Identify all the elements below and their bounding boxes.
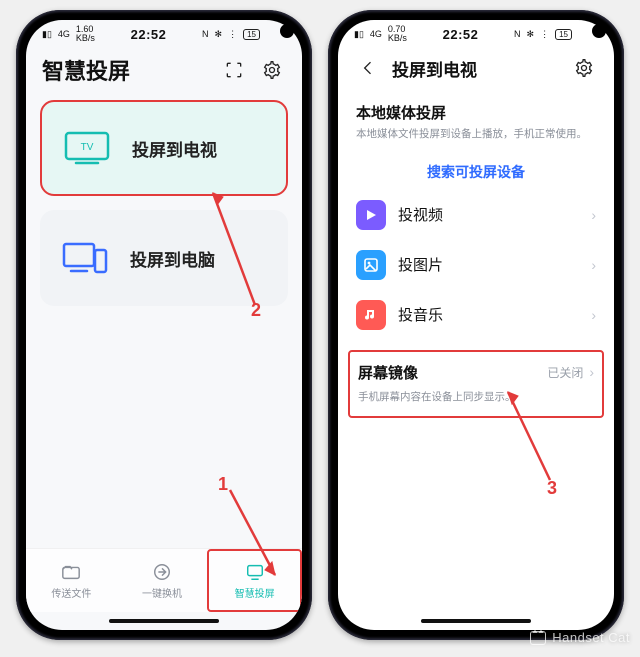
media-list: 投视频 › 投图片 › 投音乐 › xyxy=(338,190,614,340)
chevron-right-icon: › xyxy=(591,257,596,273)
cast-to-pc-label: 投屏到电脑 xyxy=(130,246,215,271)
battery-icon: 15 xyxy=(243,29,260,40)
video-icon xyxy=(356,200,386,230)
nav-cast[interactable]: 智慧投屏 xyxy=(207,549,302,612)
status-time: 22:52 xyxy=(131,27,167,42)
gesture-bar[interactable] xyxy=(338,612,614,630)
chevron-right-icon: › xyxy=(591,207,596,223)
bt-icon: ✻ xyxy=(527,30,535,39)
page-title: 投屏到电视 xyxy=(392,56,477,81)
screen-mirror-subtitle: 手机屏幕内容在设备上同步显示。 xyxy=(358,389,594,404)
bottom-nav: 传送文件 一键换机 智慧投屏 xyxy=(26,548,302,612)
cat-icon xyxy=(530,631,546,645)
net-speed: 0.70KB/s xyxy=(388,25,407,43)
nav-onekey-label: 一键换机 xyxy=(142,585,182,600)
phone-left: ▮▯ 4G 1.60KB/s 22:52 N ✻ ⋮ 15 智慧投屏 xyxy=(16,10,312,640)
cast-to-pc-card[interactable]: 投屏到电脑 xyxy=(40,210,288,306)
watermark-text: Handset Cat xyxy=(552,630,630,645)
screen-mirror-state: 已关闭 xyxy=(547,364,583,381)
battery-icon: 15 xyxy=(555,29,572,40)
wifi-icon: ⋮ xyxy=(228,30,237,39)
signal-icon: ▮▯ xyxy=(42,30,52,39)
network-type: 4G xyxy=(370,30,382,39)
bt-icon: ✻ xyxy=(215,30,223,39)
cast-image-label: 投图片 xyxy=(398,254,579,275)
nav-onekey[interactable]: 一键换机 xyxy=(117,549,208,612)
header: 投屏到电视 xyxy=(338,48,614,92)
settings-icon[interactable] xyxy=(570,54,598,82)
nfc-icon: N xyxy=(514,30,521,39)
screen-smart-cast: ▮▯ 4G 1.60KB/s 22:52 N ✻ ⋮ 15 智慧投屏 xyxy=(26,20,302,630)
nav-files-label: 传送文件 xyxy=(51,585,91,600)
gesture-bar[interactable] xyxy=(26,612,302,630)
nav-files[interactable]: 传送文件 xyxy=(26,549,117,612)
header: 智慧投屏 xyxy=(26,48,302,96)
cast-to-tv-label: 投屏到电视 xyxy=(132,136,217,161)
status-bar: ▮▯ 4G 0.70KB/s 22:52 N ✻ ⋮ 15 xyxy=(338,20,614,48)
svg-text:TV: TV xyxy=(81,142,94,153)
chevron-right-icon: › xyxy=(589,364,594,380)
camera-punch xyxy=(592,24,606,38)
search-devices-link[interactable]: 搜索可投屏设备 xyxy=(338,148,614,190)
wifi-icon: ⋮ xyxy=(540,30,549,39)
network-type: 4G xyxy=(58,30,70,39)
nfc-icon: N xyxy=(202,30,209,39)
cast-image-item[interactable]: 投图片 › xyxy=(348,240,604,290)
cast-video-label: 投视频 xyxy=(398,204,579,225)
camera-punch xyxy=(280,24,294,38)
phone-right: ▮▯ 4G 0.70KB/s 22:52 N ✻ ⋮ 15 投屏到电视 xyxy=(328,10,624,640)
signal-icon: ▮▯ xyxy=(354,30,364,39)
local-media-section: 本地媒体投屏 本地媒体文件投屏到设备上播放，手机正常使用。 xyxy=(338,92,614,148)
pc-icon xyxy=(58,238,112,278)
nav-cast-label: 智慧投屏 xyxy=(235,585,275,600)
scan-icon[interactable] xyxy=(220,56,248,84)
back-icon[interactable] xyxy=(354,54,382,82)
screen-mirror-item[interactable]: 屏幕镜像 已关闭 › 手机屏幕内容在设备上同步显示。 xyxy=(348,350,604,418)
cast-video-item[interactable]: 投视频 › xyxy=(348,190,604,240)
screen-mirror-title: 屏幕镜像 xyxy=(358,362,547,383)
status-bar: ▮▯ 4G 1.60KB/s 22:52 N ✻ ⋮ 15 xyxy=(26,20,302,48)
music-icon xyxy=(356,300,386,330)
screen-cast-to-tv: ▮▯ 4G 0.70KB/s 22:52 N ✻ ⋮ 15 投屏到电视 xyxy=(338,20,614,630)
local-media-title: 本地媒体投屏 xyxy=(356,102,596,123)
status-time: 22:52 xyxy=(443,27,479,42)
image-icon xyxy=(356,250,386,280)
watermark: Handset Cat xyxy=(530,630,630,645)
page-title: 智慧投屏 xyxy=(42,54,210,86)
cast-music-label: 投音乐 xyxy=(398,304,579,325)
cast-to-tv-card[interactable]: TV 投屏到电视 xyxy=(40,100,288,196)
cast-music-item[interactable]: 投音乐 › xyxy=(348,290,604,340)
net-speed: 1.60KB/s xyxy=(76,25,95,43)
chevron-right-icon: › xyxy=(591,307,596,323)
local-media-subtitle: 本地媒体文件投屏到设备上播放，手机正常使用。 xyxy=(356,127,596,142)
settings-icon[interactable] xyxy=(258,56,286,84)
tv-icon: TV xyxy=(60,129,114,167)
